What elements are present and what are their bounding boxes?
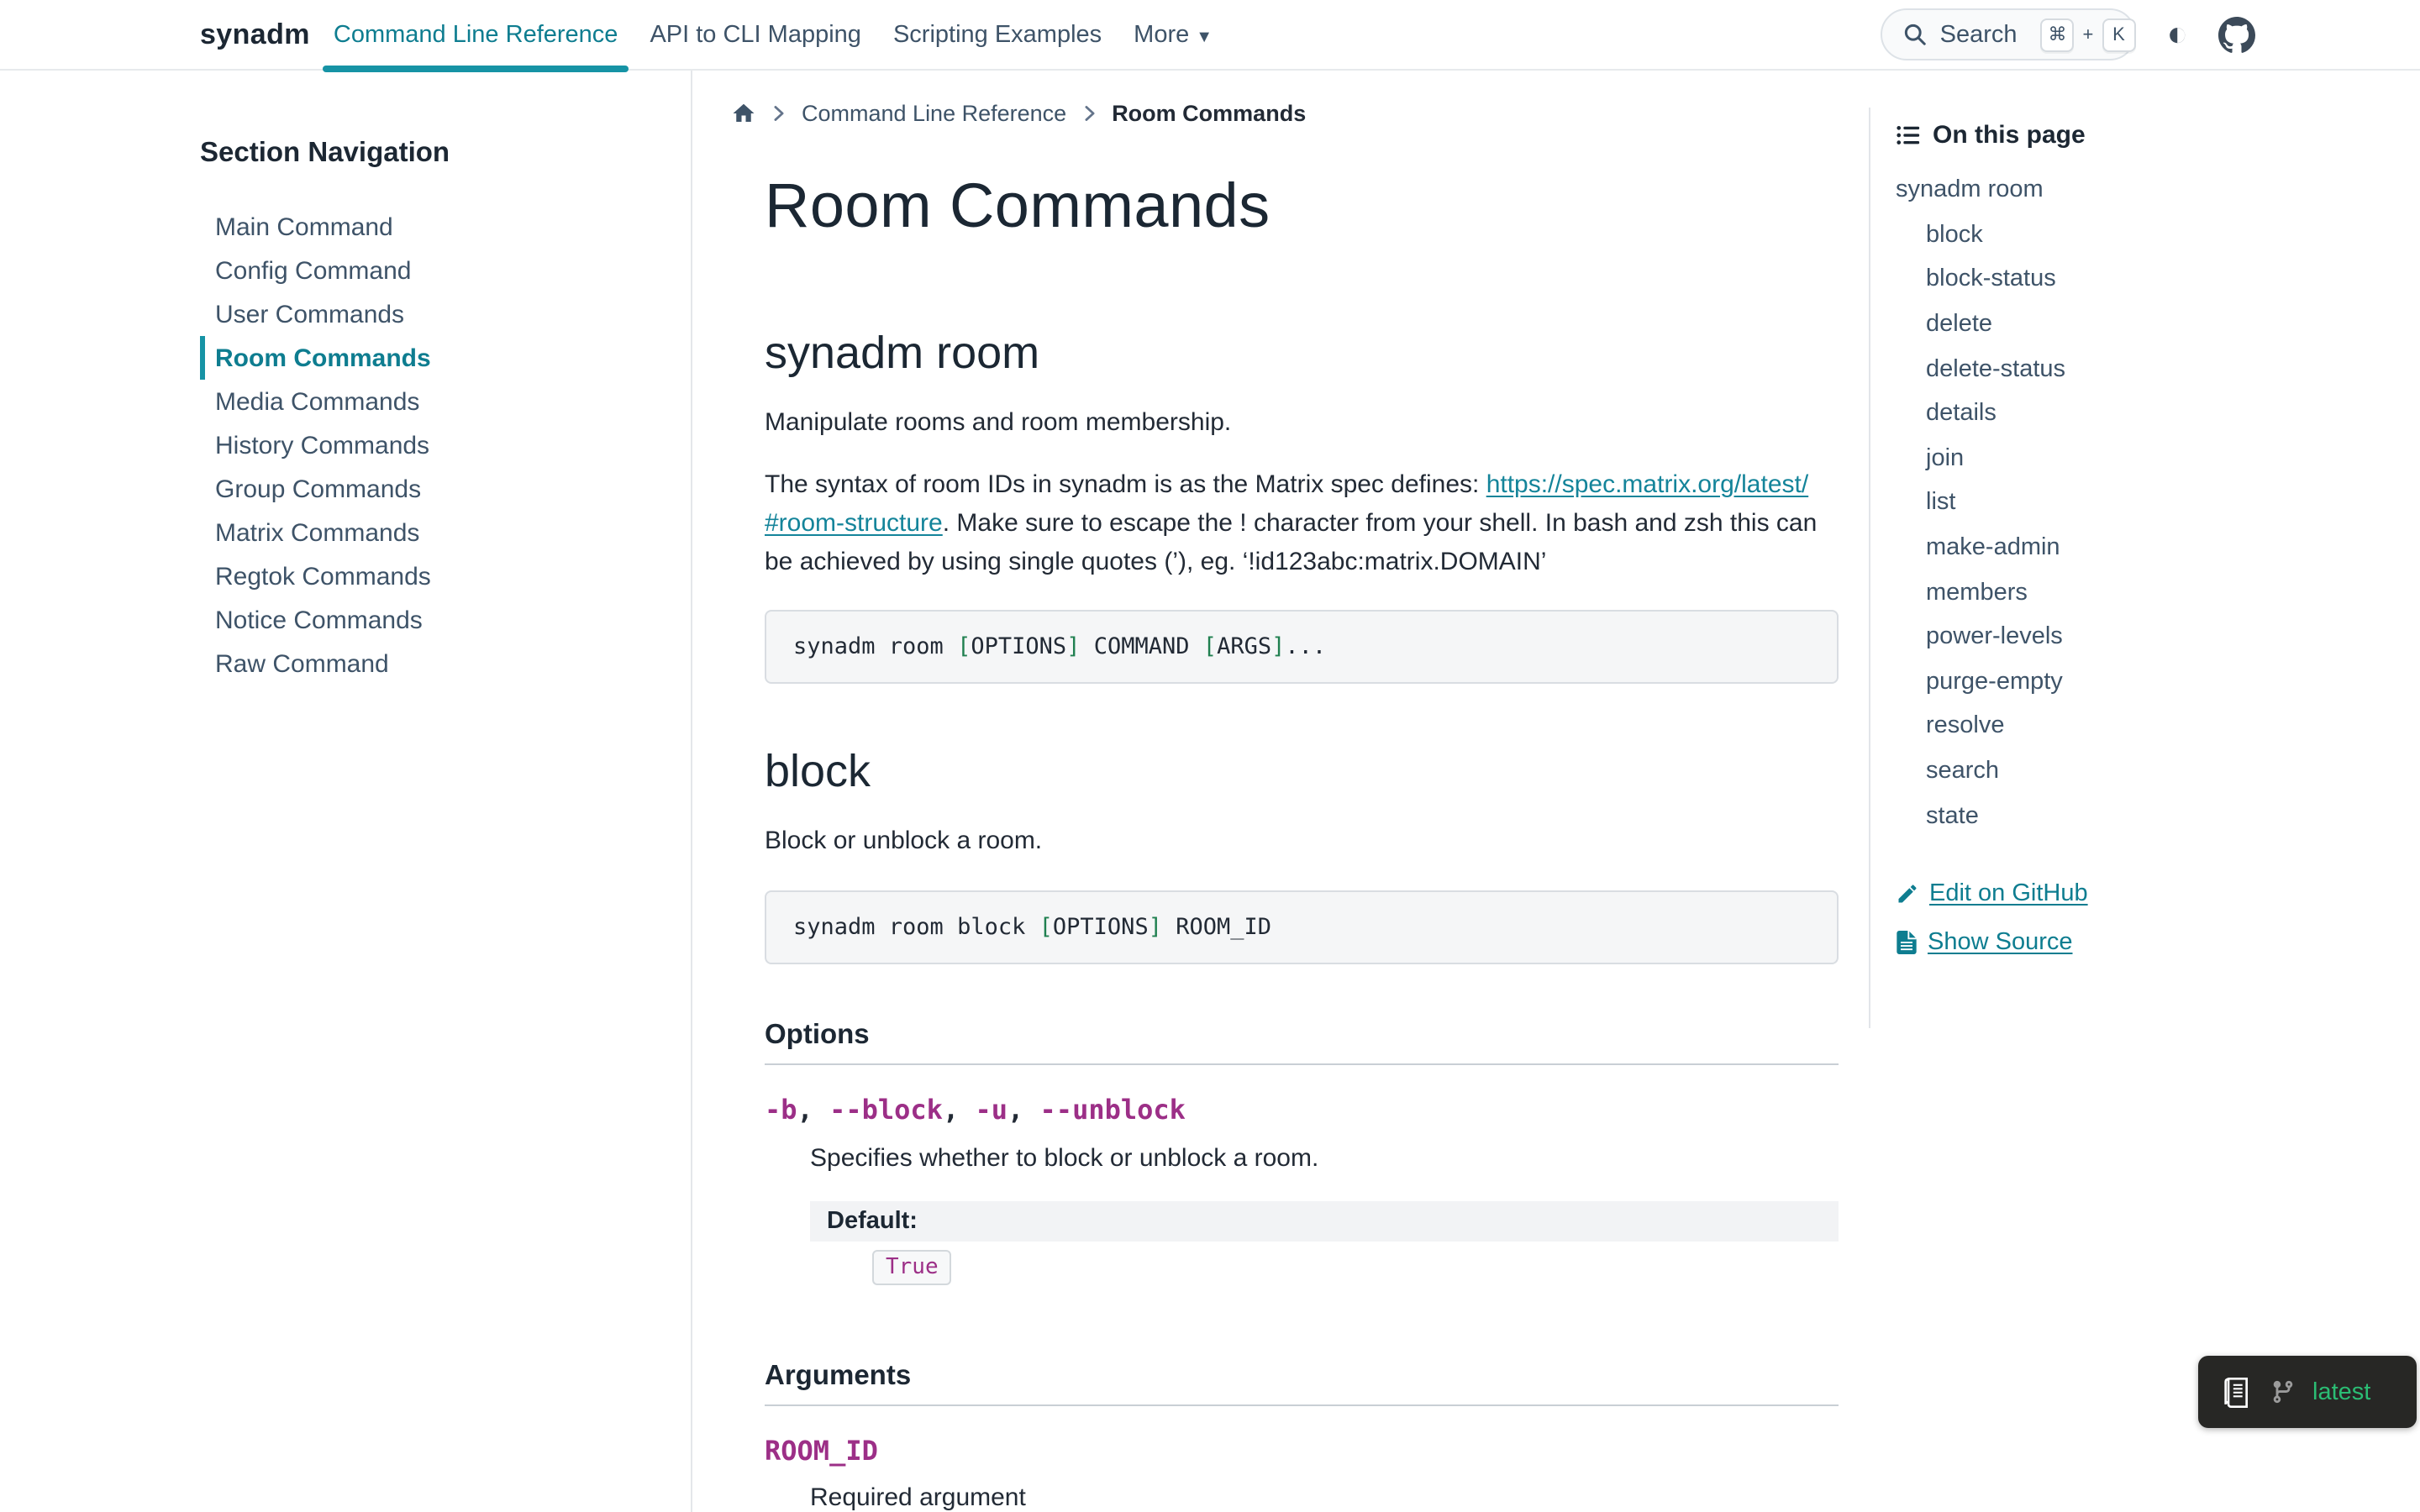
toc-item-make-admin[interactable]: make-admin — [1896, 526, 2398, 570]
toc-item-block[interactable]: block — [1896, 213, 2398, 257]
file-icon — [1896, 931, 1918, 954]
pencil-icon — [1896, 882, 1919, 906]
main-content: Command Line Reference Room Commands Roo… — [692, 71, 1870, 1512]
sidebar-nav: Main Command Config Command User Command… — [200, 205, 657, 685]
chevron-down-icon: ▼ — [1196, 28, 1213, 46]
sidebar-item-room-commands[interactable]: Room Commands — [200, 336, 657, 380]
page-title: Room Commands — [765, 171, 1839, 242]
version-label: latest — [2312, 1378, 2370, 1405]
paragraph: Manipulate rooms and room membership. — [765, 404, 1839, 443]
toc-list: synadm room block block-status delete de… — [1896, 168, 2398, 838]
toc-item-block-status[interactable]: block-status — [1896, 257, 2398, 302]
home-icon[interactable] — [731, 101, 756, 126]
toc-item-members[interactable]: members — [1896, 570, 2398, 615]
toc-item-list[interactable]: list — [1896, 480, 2398, 525]
github-link[interactable] — [2218, 16, 2255, 53]
toc-item-purge-empty[interactable]: purge-empty — [1896, 659, 2398, 704]
toc-item-resolve[interactable]: resolve — [1896, 704, 2398, 748]
section-navigation-sidebar: Section Navigation Main Command Config C… — [0, 71, 692, 1512]
top-navbar: synadm Command Line Reference API to CLI… — [0, 0, 2420, 71]
site-logo[interactable]: synadm — [200, 18, 310, 51]
sidebar-item-group-commands[interactable]: Group Commands — [200, 467, 657, 511]
breadcrumb: Command Line Reference Room Commands — [731, 101, 1870, 126]
option-description: Specifies whether to block or unblock a … — [810, 1144, 1839, 1173]
nav-scripting-examples[interactable]: Scripting Examples — [893, 14, 1102, 55]
toc-item-state[interactable]: state — [1896, 794, 2398, 838]
sidebar-item-user-commands[interactable]: User Commands — [200, 292, 657, 336]
theme-toggle-button[interactable]: ◐ — [2167, 17, 2188, 52]
header-nav: Command Line Reference API to CLI Mappin… — [334, 14, 1213, 55]
breadcrumb-separator-icon — [770, 104, 788, 123]
default-value-chip: True — [872, 1250, 952, 1285]
show-source-link[interactable]: Show Source — [1896, 929, 2398, 956]
search-button[interactable]: Search ⌘ + K — [1881, 8, 2137, 60]
kbd-command-key: ⌘ — [2041, 18, 2075, 51]
readthedocs-version-flyout[interactable]: latest — [2198, 1356, 2417, 1428]
toc-item-details[interactable]: details — [1896, 391, 2398, 436]
usage-code-block: synadm room block [OPTIONS] ROOM_ID — [765, 890, 1839, 964]
edit-on-github-link[interactable]: Edit on GitHub — [1896, 880, 2398, 907]
toc-item-search[interactable]: search — [1896, 748, 2398, 793]
page: synadm Command Line Reference API to CLI… — [0, 0, 2420, 1512]
sidebar-item-main-command[interactable]: Main Command — [200, 205, 657, 249]
options-rubric: Options — [765, 1020, 1839, 1065]
sidebar-item-config-command[interactable]: Config Command — [200, 249, 657, 292]
default-field-value-row: True — [810, 1242, 1839, 1285]
kbd-k-key: K — [2102, 18, 2135, 51]
breadcrumb-current-page: Room Commands — [1112, 101, 1306, 126]
search-icon — [1903, 22, 1928, 47]
github-icon — [2218, 16, 2255, 53]
nav-more-dropdown[interactable]: More▼ — [1134, 14, 1213, 55]
sidebar-item-regtok-commands[interactable]: Regtok Commands — [200, 554, 657, 598]
sidebar-item-media-commands[interactable]: Media Commands — [200, 380, 657, 423]
heading-block: block — [765, 748, 1839, 798]
sidebar-item-notice-commands[interactable]: Notice Commands — [200, 598, 657, 642]
sidebar-item-history-commands[interactable]: History Commands — [200, 423, 657, 467]
sidebar-title: Section Navigation — [200, 138, 657, 170]
argument-description: Required argument — [810, 1483, 1839, 1512]
arguments-rubric: Arguments — [765, 1361, 1839, 1406]
toc-item-join[interactable]: join — [1896, 436, 2398, 480]
git-branch-icon — [2270, 1379, 2296, 1404]
article: Room Commands synadm room Manipulate roo… — [765, 171, 1839, 1512]
toc-list-icon — [1896, 123, 1921, 148]
sidebar-item-matrix-commands[interactable]: Matrix Commands — [200, 511, 657, 554]
sidebar-item-raw-command[interactable]: Raw Command — [200, 642, 657, 685]
toc-item-power-levels[interactable]: power-levels — [1896, 615, 2398, 659]
search-label: Search — [1940, 21, 2018, 48]
book-icon — [2220, 1375, 2254, 1409]
option-signature: -b, --block, -u, --unblock — [765, 1094, 1839, 1126]
toc-heading: On this page — [1896, 121, 2398, 150]
breadcrumb-separator-icon — [1080, 104, 1098, 123]
heading-synadm-room: synadm room — [765, 329, 1839, 379]
usage-code-block: synadm room [OPTIONS] COMMAND [ARGS]... — [765, 611, 1839, 685]
breadcrumb-command-line-reference[interactable]: Command Line Reference — [802, 101, 1066, 126]
toc-item-synadm-room[interactable]: synadm room — [1896, 168, 2398, 213]
toc-extra-links: Edit on GitHub Show Source — [1896, 880, 2398, 956]
default-field-label: Default: — [810, 1201, 1839, 1242]
theme-half-circle-icon: ◐ — [2167, 17, 2188, 52]
paragraph: Block or unblock a room. — [765, 823, 1839, 862]
toc-item-delete-status[interactable]: delete-status — [1896, 347, 2398, 391]
paragraph-room-id-syntax: The syntax of room IDs in synadm is as t… — [765, 466, 1839, 582]
argument-name: ROOM_ID — [765, 1435, 1839, 1467]
toc-item-delete[interactable]: delete — [1896, 302, 2398, 347]
on-this-page-toc: On this page synadm room block block-sta… — [1869, 108, 2398, 1028]
nav-api-to-cli-mapping[interactable]: API to CLI Mapping — [650, 14, 861, 55]
nav-command-line-reference[interactable]: Command Line Reference — [334, 14, 618, 55]
